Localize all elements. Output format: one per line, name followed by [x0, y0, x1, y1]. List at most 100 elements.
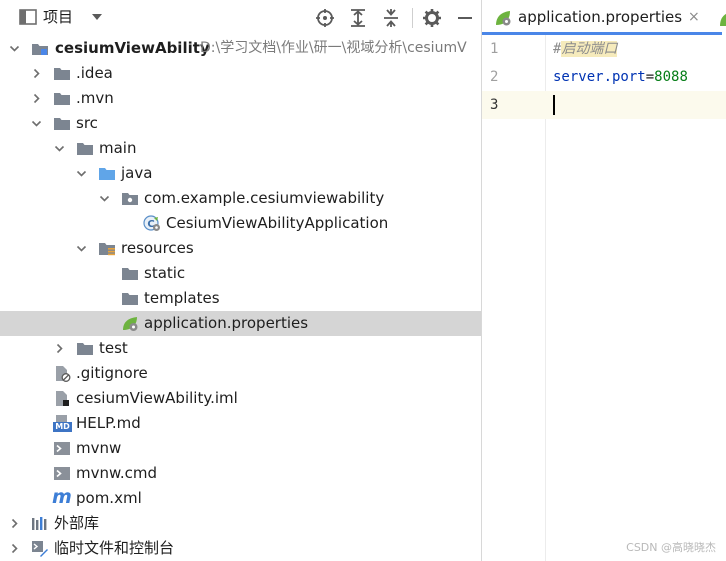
chevron-down-icon[interactable]	[99, 193, 110, 204]
chevron-down-icon[interactable]	[91, 12, 103, 22]
markdown-badge: MD	[53, 422, 72, 432]
tree-item-label: cesiumViewAbility	[55, 39, 210, 57]
scratches-icon	[32, 541, 48, 557]
tab-application-properties[interactable]: application.properties ×	[482, 0, 722, 35]
project-view-icon	[19, 9, 37, 25]
spring-properties-icon	[123, 317, 138, 331]
chevron-right-icon[interactable]	[31, 93, 42, 104]
next-tab-file-icon[interactable]	[718, 9, 726, 27]
gear-icon[interactable]	[422, 8, 442, 28]
tree-item-resources[interactable]: resources	[0, 236, 481, 261]
chevron-down-icon[interactable]	[76, 168, 87, 179]
folder-icon	[54, 118, 70, 130]
tree-item-label: mvnw.cmd	[76, 464, 158, 482]
tree-item-label: .mvn	[76, 89, 114, 107]
code-line-current[interactable]: 3	[482, 91, 726, 119]
tree-item-idea[interactable]: .idea	[0, 61, 481, 86]
tree-item-application-properties[interactable]: application.properties	[0, 311, 481, 336]
code-text: #启动端口	[553, 35, 618, 63]
comment-text: 启动端口	[561, 41, 618, 57]
shell-script-icon	[54, 442, 70, 455]
tree-item-label: main	[99, 139, 137, 157]
editor-tab-bar: application.properties ×	[482, 0, 726, 35]
chevron-down-icon[interactable]	[9, 43, 20, 54]
tree-item-label: resources	[121, 239, 194, 257]
tree-item-label: src	[76, 114, 98, 132]
tree-item-label: 外部库	[54, 514, 100, 532]
folder-icon	[122, 293, 138, 305]
tree-item-label: templates	[144, 289, 220, 307]
close-icon[interactable]: ×	[688, 10, 702, 24]
property-key: server.port	[553, 69, 646, 85]
chevron-down-icon[interactable]	[76, 243, 87, 254]
package-icon	[122, 193, 138, 205]
folder-icon	[54, 68, 70, 80]
code-line[interactable]: 2 server.port=8088	[482, 63, 726, 91]
folder-icon	[54, 93, 70, 105]
tree-item-static[interactable]: static	[0, 261, 481, 286]
code-line[interactable]: 1 #启动端口	[482, 35, 726, 63]
module-folder-icon	[32, 44, 48, 55]
tree-item-templates[interactable]: templates	[0, 286, 481, 311]
tree-item-mvnw-cmd[interactable]: mvnw.cmd	[0, 461, 481, 486]
chevron-right-icon[interactable]	[9, 518, 20, 529]
project-panel: 项目 cesiumViewAbility D:\学习文档\作业\研一\视域分析\…	[0, 0, 481, 561]
collapse-all-icon[interactable]	[381, 8, 401, 28]
tree-item-main[interactable]: main	[0, 136, 481, 161]
tree-item-help-md[interactable]: MD HELP.md	[0, 411, 481, 436]
tree-item-gitignore[interactable]: .gitignore	[0, 361, 481, 386]
tree-item-label: application.properties	[144, 314, 309, 332]
tree-item-java[interactable]: java	[0, 161, 481, 186]
tree-item-project-root[interactable]: cesiumViewAbility D:\学习文档\作业\研一\视域分析\ces…	[0, 36, 481, 61]
tree-item-pom-xml[interactable]: m pom.xml	[0, 486, 481, 511]
code-text: server.port=8088	[553, 63, 688, 91]
tree-item-scratches-and-consoles[interactable]: 临时文件和控制台	[0, 536, 481, 561]
tree-item-src[interactable]: src	[0, 111, 481, 136]
tree-item-label: com.example.cesiumviewability	[144, 189, 385, 207]
spring-properties-icon	[496, 11, 511, 26]
expand-all-icon[interactable]	[348, 8, 368, 28]
tree-item-label: static	[144, 264, 186, 282]
markdown-file-icon: MD	[53, 415, 72, 432]
folder-icon	[77, 343, 93, 355]
tree-item-label: 临时文件和控制台	[54, 539, 175, 557]
editor: application.properties × 1 #启动端口 2 serve…	[482, 0, 726, 561]
tree-item-label: .gitignore	[76, 364, 148, 382]
tree-item-label: pom.xml	[76, 489, 142, 507]
line-number: 3	[490, 97, 499, 113]
tree-item-mvn[interactable]: .mvn	[0, 86, 481, 111]
project-panel-header: 项目	[0, 0, 481, 36]
folder-icon	[122, 268, 138, 280]
property-value: 8088	[654, 69, 688, 85]
batch-file-icon	[54, 467, 70, 480]
chevron-right-icon[interactable]	[31, 68, 42, 79]
chevron-down-icon[interactable]	[31, 118, 42, 129]
tree-item-iml[interactable]: cesiumViewAbility.iml	[0, 386, 481, 411]
tree-item-label: cesiumViewAbility.iml	[76, 389, 238, 407]
tab-label: application.properties	[518, 8, 683, 26]
hide-panel-icon[interactable]	[455, 8, 475, 28]
tree-item-application-class[interactable]: C CesiumViewAbilityApplication	[0, 211, 481, 236]
maven-icon: m	[52, 486, 72, 508]
tree-item-label: java	[121, 164, 153, 182]
resources-folder-icon	[99, 243, 115, 256]
tree-item-package[interactable]: com.example.cesiumviewability	[0, 186, 481, 211]
line-number: 1	[490, 41, 499, 57]
tree-item-mvnw[interactable]: mvnw	[0, 436, 481, 461]
project-path: D:\学习文档\作业\研一\视域分析\cesiumV	[200, 40, 467, 56]
tree-item-test[interactable]: test	[0, 336, 481, 361]
project-view-title[interactable]: 项目	[43, 8, 73, 27]
chevron-down-icon[interactable]	[54, 143, 65, 154]
ignore-file-icon	[56, 366, 71, 382]
property-separator: =	[645, 69, 655, 85]
locate-file-icon[interactable]	[315, 8, 335, 28]
source-folder-icon	[99, 168, 115, 180]
tree-item-label: test	[99, 339, 128, 357]
chevron-right-icon[interactable]	[9, 543, 20, 554]
tree-item-label: CesiumViewAbilityApplication	[166, 214, 389, 232]
chevron-right-icon[interactable]	[54, 343, 65, 354]
toolbar-separator	[412, 8, 413, 28]
text-caret	[553, 95, 555, 115]
tree-item-external-libraries[interactable]: 外部库	[0, 511, 481, 536]
markdown-file-sheet	[56, 415, 67, 422]
